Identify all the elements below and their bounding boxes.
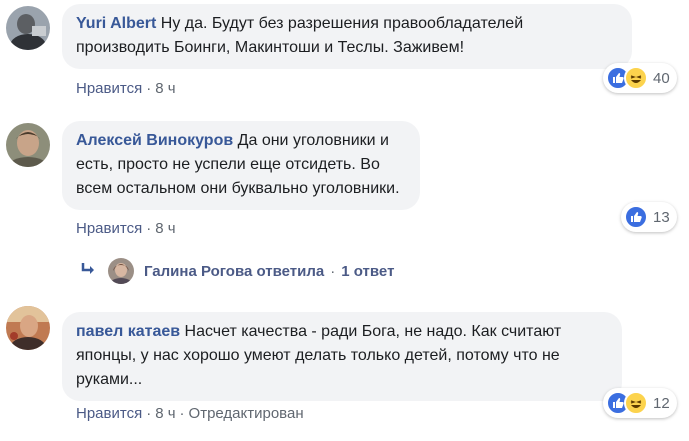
reaction-count: 13: [653, 208, 670, 226]
like-reaction-icon: [624, 205, 648, 229]
comment-actions: Нравится · 8 ч: [76, 80, 176, 97]
like-link[interactable]: Нравится: [76, 80, 142, 97]
separator-dot: ·: [330, 262, 336, 280]
separator-dot: ·: [179, 405, 185, 422]
like-link[interactable]: Нравится: [76, 405, 142, 422]
reaction-count: 12: [653, 394, 670, 412]
avatar[interactable]: [6, 123, 50, 167]
comment-author[interactable]: Алексей Винокуров: [76, 132, 233, 149]
reaction-summary[interactable]: 12: [603, 388, 677, 418]
separator-dot: ·: [146, 220, 152, 237]
haha-reaction-icon: [624, 391, 648, 415]
replies-link[interactable]: Галина Рогова ответила · 1 ответ: [80, 256, 394, 286]
reaction-count: 40: [653, 69, 670, 87]
reaction-summary[interactable]: 13: [621, 202, 677, 232]
separator-dot: ·: [146, 80, 152, 97]
avatar[interactable]: [6, 6, 50, 50]
avatar[interactable]: [6, 306, 50, 350]
comment-actions: Нравится · 8 ч · Отредактирован: [76, 405, 304, 422]
comment-author[interactable]: Yuri Albert: [76, 15, 156, 32]
reaction-summary[interactable]: 40: [603, 63, 677, 93]
avatar: [108, 258, 134, 284]
comment-bubble: Алексей Винокуров Да они уголовники и ес…: [62, 121, 420, 210]
comment-bubble: павел катаев Насчет качества - ради Бога…: [62, 312, 622, 401]
haha-reaction-icon: [624, 66, 648, 90]
timestamp[interactable]: 8 ч: [155, 80, 175, 97]
comment-author[interactable]: павел катаев: [76, 323, 180, 340]
separator-dot: ·: [146, 405, 152, 422]
comment-bubble: Yuri Albert Ну да. Будут без разрешения …: [62, 4, 632, 69]
timestamp[interactable]: 8 ч: [155, 220, 175, 237]
reply-author-text[interactable]: Галина Рогова ответила: [144, 263, 324, 280]
edited-label[interactable]: Отредактирован: [189, 405, 304, 422]
like-link[interactable]: Нравится: [76, 220, 142, 237]
comment-actions: Нравится · 8 ч: [76, 220, 176, 237]
timestamp[interactable]: 8 ч: [155, 405, 175, 422]
reply-arrow-icon: [80, 262, 96, 280]
reply-count[interactable]: 1 ответ: [341, 263, 394, 280]
